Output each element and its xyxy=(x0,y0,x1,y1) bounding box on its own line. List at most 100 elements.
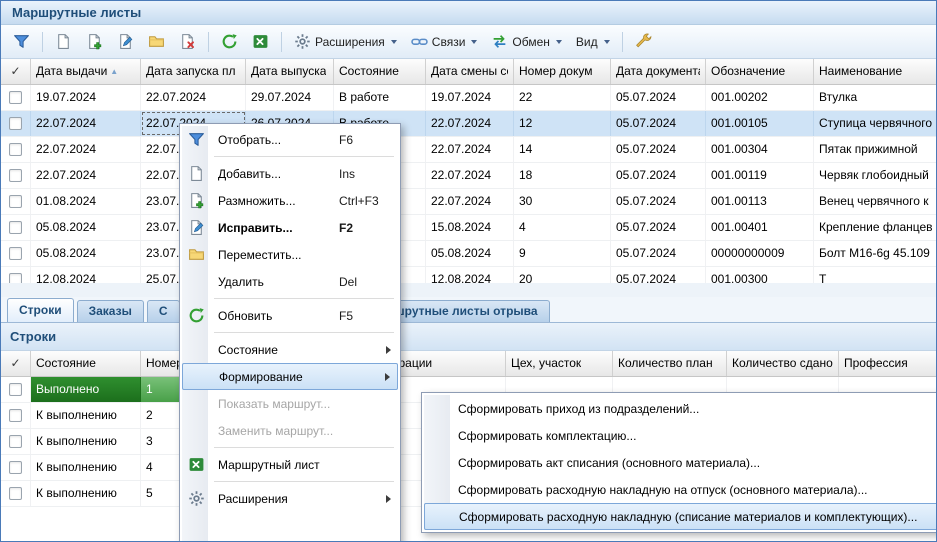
table-cell: 12 xyxy=(514,111,611,136)
table-row[interactable]: 22.07.202422.07.202426.07.2024В работе22… xyxy=(1,111,936,137)
menu-item-filter[interactable]: Отобрать...F6 xyxy=(182,126,398,153)
row-checkbox[interactable] xyxy=(9,383,22,396)
row-checkbox[interactable] xyxy=(9,435,22,448)
exchange-button[interactable]: Обмен xyxy=(485,29,568,55)
column-header[interactable]: Количество план xyxy=(613,351,727,376)
column-header[interactable]: Дата выдачи▲ xyxy=(31,59,141,84)
tab-1[interactable]: Заказы xyxy=(77,300,144,322)
check-all-icon: ✓ xyxy=(10,351,20,376)
menu-item-label: Добавить... xyxy=(218,167,331,181)
menu-item-edit[interactable]: Исправить...F2 xyxy=(182,214,398,241)
column-header[interactable]: Дата документа xyxy=(611,59,706,84)
menu-item-refresh[interactable]: ОбновитьF5 xyxy=(182,302,398,329)
column-header[interactable]: Профессия xyxy=(839,351,936,376)
tab-2[interactable]: С xyxy=(147,300,180,322)
row-checkbox[interactable] xyxy=(9,91,22,104)
submenu-item-prihod[interactable]: Сформировать приход из подразделений... xyxy=(424,395,937,422)
row-select-cell xyxy=(1,455,31,480)
settings-button[interactable] xyxy=(629,29,658,55)
row-checkbox[interactable] xyxy=(9,273,22,283)
row-checkbox[interactable] xyxy=(9,143,22,156)
table-cell: 29.07.2024 xyxy=(246,85,334,110)
column-header[interactable]: Обозначение xyxy=(706,59,814,84)
column-header-label: Дата запуска пл xyxy=(146,59,235,84)
table-cell: 12.08.2024 xyxy=(31,267,141,283)
excel-button[interactable] xyxy=(246,29,275,55)
exchange-icon xyxy=(491,33,508,50)
submenu-item-komplekt[interactable]: Сформировать комплектацию... xyxy=(424,422,937,449)
table-row[interactable]: 01.08.202423.07.202422.07.20243005.07.20… xyxy=(1,189,936,215)
move-button[interactable] xyxy=(142,29,171,55)
column-header[interactable]: Количество сдано xyxy=(727,351,839,376)
menu-item-move[interactable]: Переместить... xyxy=(182,241,398,268)
table-row[interactable]: 22.07.202422.07.202422.07.20241805.07.20… xyxy=(1,163,936,189)
menu-item-delete[interactable]: УдалитьDel xyxy=(182,268,398,295)
menu-shortcut: F5 xyxy=(339,309,391,323)
duplicate-button[interactable] xyxy=(80,29,109,55)
menu-item-form[interactable]: Формирование xyxy=(182,363,398,390)
add-button[interactable] xyxy=(49,29,78,55)
splitter-handle[interactable] xyxy=(1,283,936,297)
folder-icon xyxy=(188,246,205,263)
table-cell: 001.00401 xyxy=(706,215,814,240)
table-cell: 19.07.2024 xyxy=(426,85,514,110)
column-header[interactable]: Наименование xyxy=(814,59,936,84)
table-cell: Выполнено xyxy=(31,377,141,402)
row-checkbox[interactable] xyxy=(9,247,22,260)
menu-separator xyxy=(214,447,394,448)
submenu-item-akt-spisaniya[interactable]: Сформировать акт списания (основного мат… xyxy=(424,449,937,476)
table-cell: 22.07.2024 xyxy=(426,189,514,214)
table-row[interactable]: 12.08.202425.07.202412.08.20242005.07.20… xyxy=(1,267,936,283)
row-select-cell xyxy=(1,429,31,454)
filter-icon xyxy=(13,33,30,50)
menu-item-route-sheet[interactable]: Маршрутный лист xyxy=(182,451,398,478)
links-button[interactable]: Связи xyxy=(405,29,484,55)
menu-item-add[interactable]: Добавить...Ins xyxy=(182,160,398,187)
toolbar-separator xyxy=(622,32,623,52)
submenu-item-nakladnaya-otpusk[interactable]: Сформировать расходную накладную на отпу… xyxy=(424,476,937,503)
menu-item-extensions[interactable]: Расширения xyxy=(182,485,398,512)
column-header[interactable]: Дата смены сос xyxy=(426,59,514,84)
row-checkbox[interactable] xyxy=(9,117,22,130)
column-header[interactable]: Состояние xyxy=(334,59,426,84)
view-button[interactable]: Вид xyxy=(570,29,616,55)
table-cell: 01.08.2024 xyxy=(31,189,141,214)
menu-item-state[interactable]: Состояние xyxy=(182,336,398,363)
table-row[interactable]: 05.08.202423.07.202405.08.2024905.07.202… xyxy=(1,241,936,267)
menu-item-duplicate[interactable]: Размножить...Ctrl+F3 xyxy=(182,187,398,214)
column-header[interactable]: Состояние xyxy=(31,351,141,376)
table-cell: 05.07.2024 xyxy=(611,163,706,188)
tab-0[interactable]: Строки xyxy=(7,298,74,322)
row-checkbox[interactable] xyxy=(9,461,22,474)
column-header-label: Дата смены сос xyxy=(431,59,508,84)
row-checkbox[interactable] xyxy=(9,221,22,234)
select-column-header[interactable]: ✓ xyxy=(1,351,31,376)
section-title: Строки xyxy=(1,323,936,351)
column-header[interactable]: Номер докум xyxy=(514,59,611,84)
refresh-button[interactable] xyxy=(215,29,244,55)
row-checkbox[interactable] xyxy=(9,169,22,182)
extensions-button[interactable]: Расширения xyxy=(288,29,403,55)
chevron-down-icon xyxy=(471,40,477,44)
column-header[interactable]: Дата запуска пл xyxy=(141,59,246,84)
table-cell: 22.07.2024 xyxy=(141,85,246,110)
submenu-item-nakladnaya-spisanie[interactable]: Сформировать расходную накладную (списан… xyxy=(424,503,937,530)
table-row[interactable]: 05.08.202423.07.202415.08.2024405.07.202… xyxy=(1,215,936,241)
table-cell: 4 xyxy=(514,215,611,240)
row-checkbox[interactable] xyxy=(9,195,22,208)
edit-button[interactable] xyxy=(111,29,140,55)
column-header[interactable]: Дата выпуска xyxy=(246,59,334,84)
row-checkbox[interactable] xyxy=(9,487,22,500)
table-row[interactable]: 19.07.202422.07.202429.07.2024В работе19… xyxy=(1,85,936,111)
table-cell: 05.07.2024 xyxy=(611,85,706,110)
filter-button[interactable] xyxy=(7,29,36,55)
delete-button[interactable] xyxy=(173,29,202,55)
row-checkbox[interactable] xyxy=(9,409,22,422)
table-row[interactable]: 22.07.202422.07.202422.07.20241405.07.20… xyxy=(1,137,936,163)
table-cell: 22.07.2024 xyxy=(426,111,514,136)
column-header[interactable]: Цех, участок xyxy=(506,351,613,376)
select-column-header[interactable]: ✓ xyxy=(1,59,31,84)
top-table: ✓Дата выдачи▲Дата запуска пл Дата выпуска… xyxy=(1,59,936,283)
table-cell: 12.08.2024 xyxy=(426,267,514,283)
column-header-label: Дата выдачи xyxy=(36,59,107,84)
